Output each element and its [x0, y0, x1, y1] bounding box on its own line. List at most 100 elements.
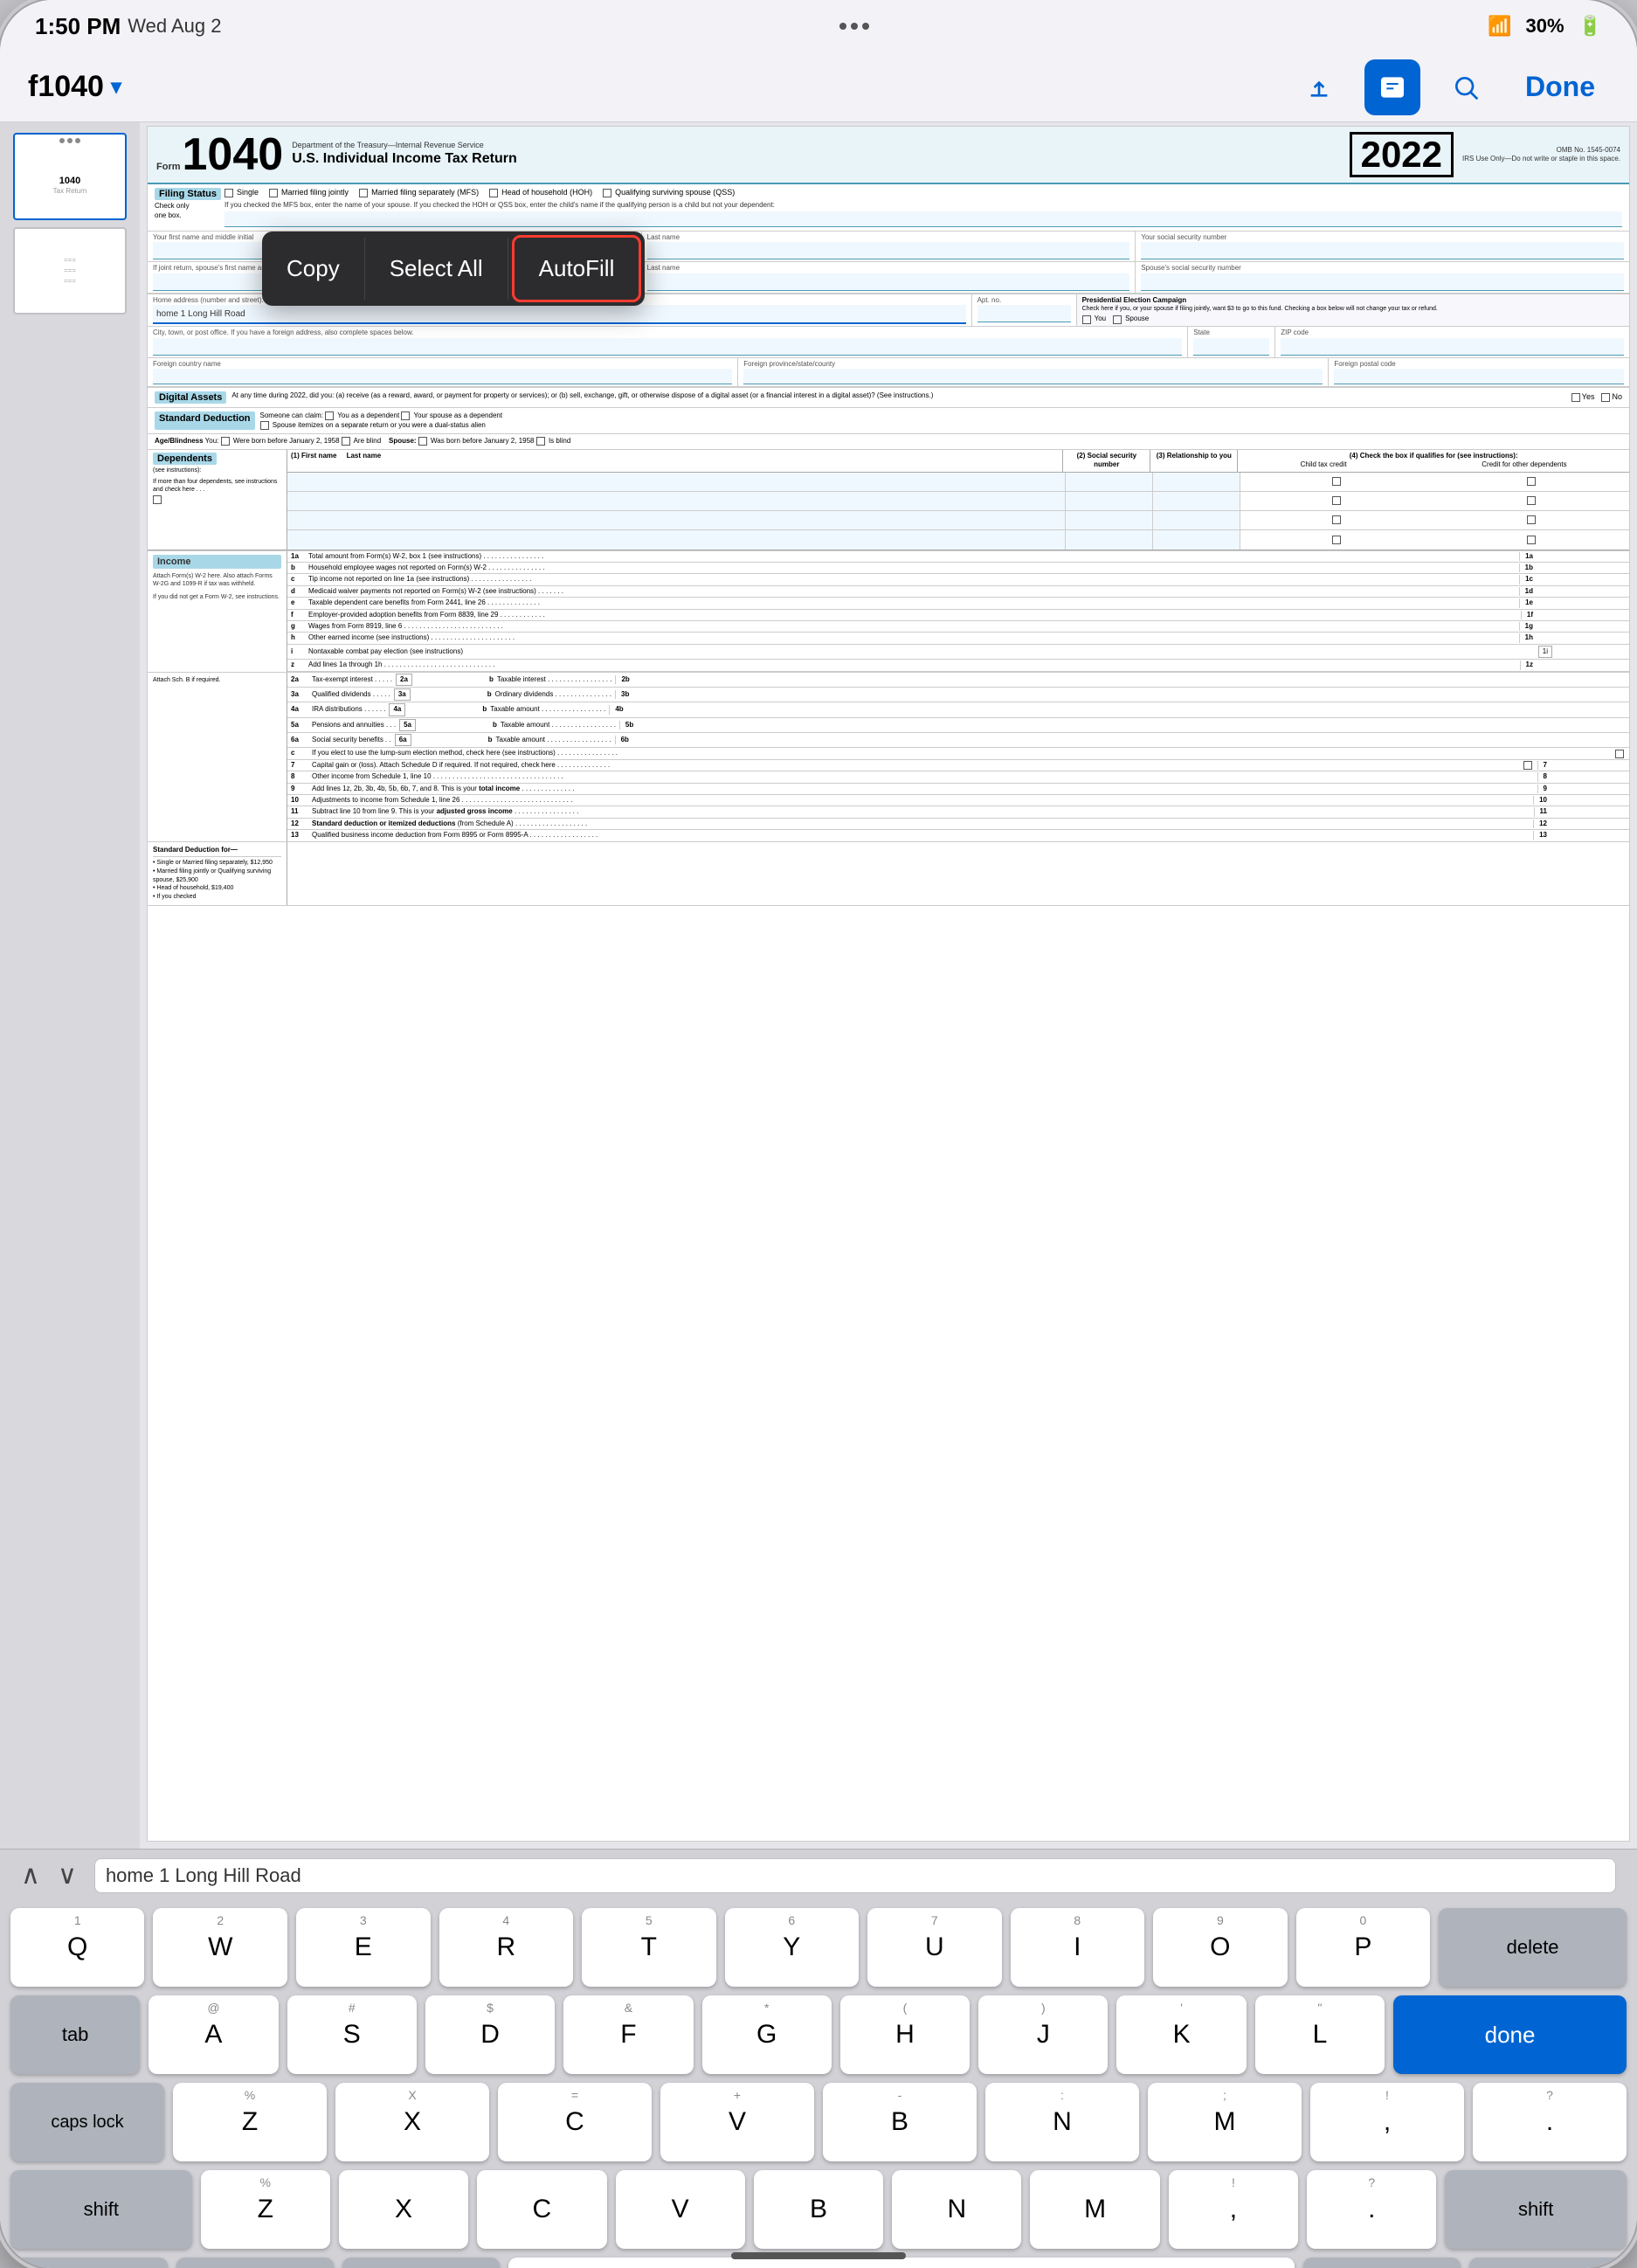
autofill-button[interactable]: AutoFill: [512, 235, 642, 302]
key-j[interactable]: )J: [978, 1995, 1108, 2074]
dep2-ssn-input[interactable]: [1066, 492, 1153, 510]
key-v2[interactable]: V: [616, 2170, 745, 2249]
qss-checkbox[interactable]: Qualifying surviving spouse (QSS): [603, 188, 735, 198]
dep4-ssn-input[interactable]: [1066, 530, 1153, 550]
key-e[interactable]: 3E: [296, 1908, 431, 1987]
zip-input[interactable]: [1281, 338, 1624, 356]
key-p[interactable]: 0P: [1296, 1908, 1431, 1987]
dep1-name-input[interactable]: [287, 473, 1066, 491]
key-t[interactable]: 5T: [582, 1908, 716, 1987]
key-b[interactable]: -B: [823, 2083, 977, 2161]
key-v[interactable]: +V: [660, 2083, 814, 2161]
you-blind-checkbox[interactable]: Are blind: [342, 437, 381, 445]
apt-input[interactable]: [977, 305, 1071, 322]
single-checkbox[interactable]: Single: [224, 188, 259, 198]
foreign-province-input[interactable]: [743, 369, 1323, 384]
dep2-rel-input[interactable]: [1153, 492, 1240, 510]
key-c[interactable]: =C: [498, 2083, 652, 2161]
key-r[interactable]: 4R: [439, 1908, 574, 1987]
spouse-ssn-input[interactable]: [1141, 273, 1624, 291]
dep3-rel-input[interactable]: [1153, 511, 1240, 529]
select-all-button[interactable]: Select All: [365, 238, 508, 300]
key-i[interactable]: 8I: [1011, 1908, 1145, 1987]
spouse-itemize-checkbox[interactable]: Spouse itemizes on a separate return or …: [260, 421, 486, 429]
markup-button[interactable]: [1364, 59, 1420, 115]
dep4-child-cb[interactable]: [1332, 536, 1341, 544]
key-k[interactable]: 'K: [1116, 1995, 1246, 2074]
key-x[interactable]: XX: [335, 2083, 489, 2161]
pec-spouse-checkbox[interactable]: Spouse: [1113, 315, 1149, 323]
key-n[interactable]: :N: [985, 2083, 1139, 2161]
key-question[interactable]: ?.: [1307, 2170, 1436, 2249]
done-button[interactable]: Done: [1511, 64, 1609, 110]
dep4-name-input[interactable]: [287, 530, 1066, 550]
key-s[interactable]: #S: [287, 1995, 417, 2074]
you-dependent-checkbox[interactable]: You as a dependent: [325, 411, 399, 419]
key-x2[interactable]: X: [339, 2170, 468, 2249]
key-done[interactable]: done: [1393, 1995, 1627, 2074]
key-g[interactable]: *G: [702, 1995, 832, 2074]
spouse-born-checkbox[interactable]: Was born before January 2, 1958: [418, 437, 535, 445]
spouse-last-name-input[interactable]: [647, 273, 1130, 291]
dep2-child-cb[interactable]: [1332, 496, 1341, 505]
dep2-name-input[interactable]: [287, 492, 1066, 510]
key-z2[interactable]: %Z: [201, 2170, 330, 2249]
capital-gain-checkbox[interactable]: [1523, 761, 1532, 770]
key-kb-hide[interactable]: ⌨: [1469, 2258, 1627, 2268]
key-l[interactable]: "L: [1255, 1995, 1385, 2074]
key-m2[interactable]: M: [1030, 2170, 1159, 2249]
spouse-blind-checkbox[interactable]: Is blind: [536, 437, 571, 445]
key-z[interactable]: %Z: [173, 2083, 327, 2161]
city-input[interactable]: [153, 338, 1182, 356]
thumb-page-2[interactable]: === === ===: [13, 227, 127, 315]
key-shift-right[interactable]: shift: [1445, 2170, 1627, 2249]
mfs-checkbox[interactable]: Married filing separately (MFS): [359, 188, 479, 198]
you-born-checkbox[interactable]: Were born before January 2, 1958: [221, 437, 340, 445]
key-q[interactable]: 1Q: [10, 1908, 145, 1987]
address-input[interactable]: home 1 Long Hill Road: [153, 305, 966, 324]
key-num-left[interactable]: .?123: [176, 2258, 334, 2268]
key-c2[interactable]: C: [477, 2170, 606, 2249]
dep3-other-cb[interactable]: [1527, 515, 1536, 524]
key-h[interactable]: (H: [840, 1995, 970, 2074]
address-bar[interactable]: home 1 Long Hill Road: [94, 1858, 1616, 1893]
pec-you-checkbox[interactable]: You: [1082, 315, 1107, 323]
dep3-ssn-input[interactable]: [1066, 511, 1153, 529]
lump-sum-checkbox[interactable]: [1615, 750, 1624, 758]
state-input[interactable]: [1193, 338, 1269, 356]
digital-no-checkbox[interactable]: No: [1601, 392, 1622, 403]
dep4-other-cb[interactable]: [1527, 536, 1536, 544]
key-w[interactable]: 2W: [153, 1908, 287, 1987]
dep1-other-cb[interactable]: [1527, 477, 1536, 486]
key-num-right[interactable]: .?123: [1303, 2258, 1461, 2268]
nav-down-button[interactable]: ∨: [58, 1860, 77, 1891]
key-period[interactable]: ?.: [1473, 2083, 1627, 2161]
key-f[interactable]: &F: [563, 1995, 693, 2074]
key-u[interactable]: 7U: [867, 1908, 1002, 1987]
key-n2[interactable]: N: [892, 2170, 1021, 2249]
key-o[interactable]: 9O: [1153, 1908, 1288, 1987]
ssn-input[interactable]: [1141, 242, 1624, 259]
dep4-rel-input[interactable]: [1153, 530, 1240, 550]
dep1-child-cb[interactable]: [1332, 477, 1341, 486]
foreign-country-input[interactable]: [153, 369, 732, 384]
copy-button[interactable]: Copy: [262, 238, 365, 300]
key-d[interactable]: $D: [425, 1995, 555, 2074]
dep1-rel-input[interactable]: [1153, 473, 1240, 491]
search-button[interactable]: [1438, 59, 1494, 115]
key-mic[interactable]: 🎤: [342, 2258, 500, 2268]
dep1-ssn-input[interactable]: [1066, 473, 1153, 491]
dep2-other-cb[interactable]: [1527, 496, 1536, 505]
last-name-input[interactable]: [647, 242, 1130, 259]
nav-up-button[interactable]: ∧: [21, 1860, 40, 1891]
foreign-postal-input[interactable]: [1334, 369, 1624, 384]
key-b2[interactable]: B: [754, 2170, 883, 2249]
chevron-down-icon[interactable]: ▾: [111, 74, 121, 100]
key-m[interactable]: ;M: [1148, 2083, 1302, 2161]
key-y[interactable]: 6Y: [725, 1908, 860, 1987]
dep3-child-cb[interactable]: [1332, 515, 1341, 524]
hoh-checkbox[interactable]: Head of household (HOH): [489, 188, 592, 198]
key-comma[interactable]: !,: [1310, 2083, 1464, 2161]
mfj-checkbox[interactable]: Married filing jointly: [269, 188, 349, 198]
key-a[interactable]: @A: [149, 1995, 278, 2074]
